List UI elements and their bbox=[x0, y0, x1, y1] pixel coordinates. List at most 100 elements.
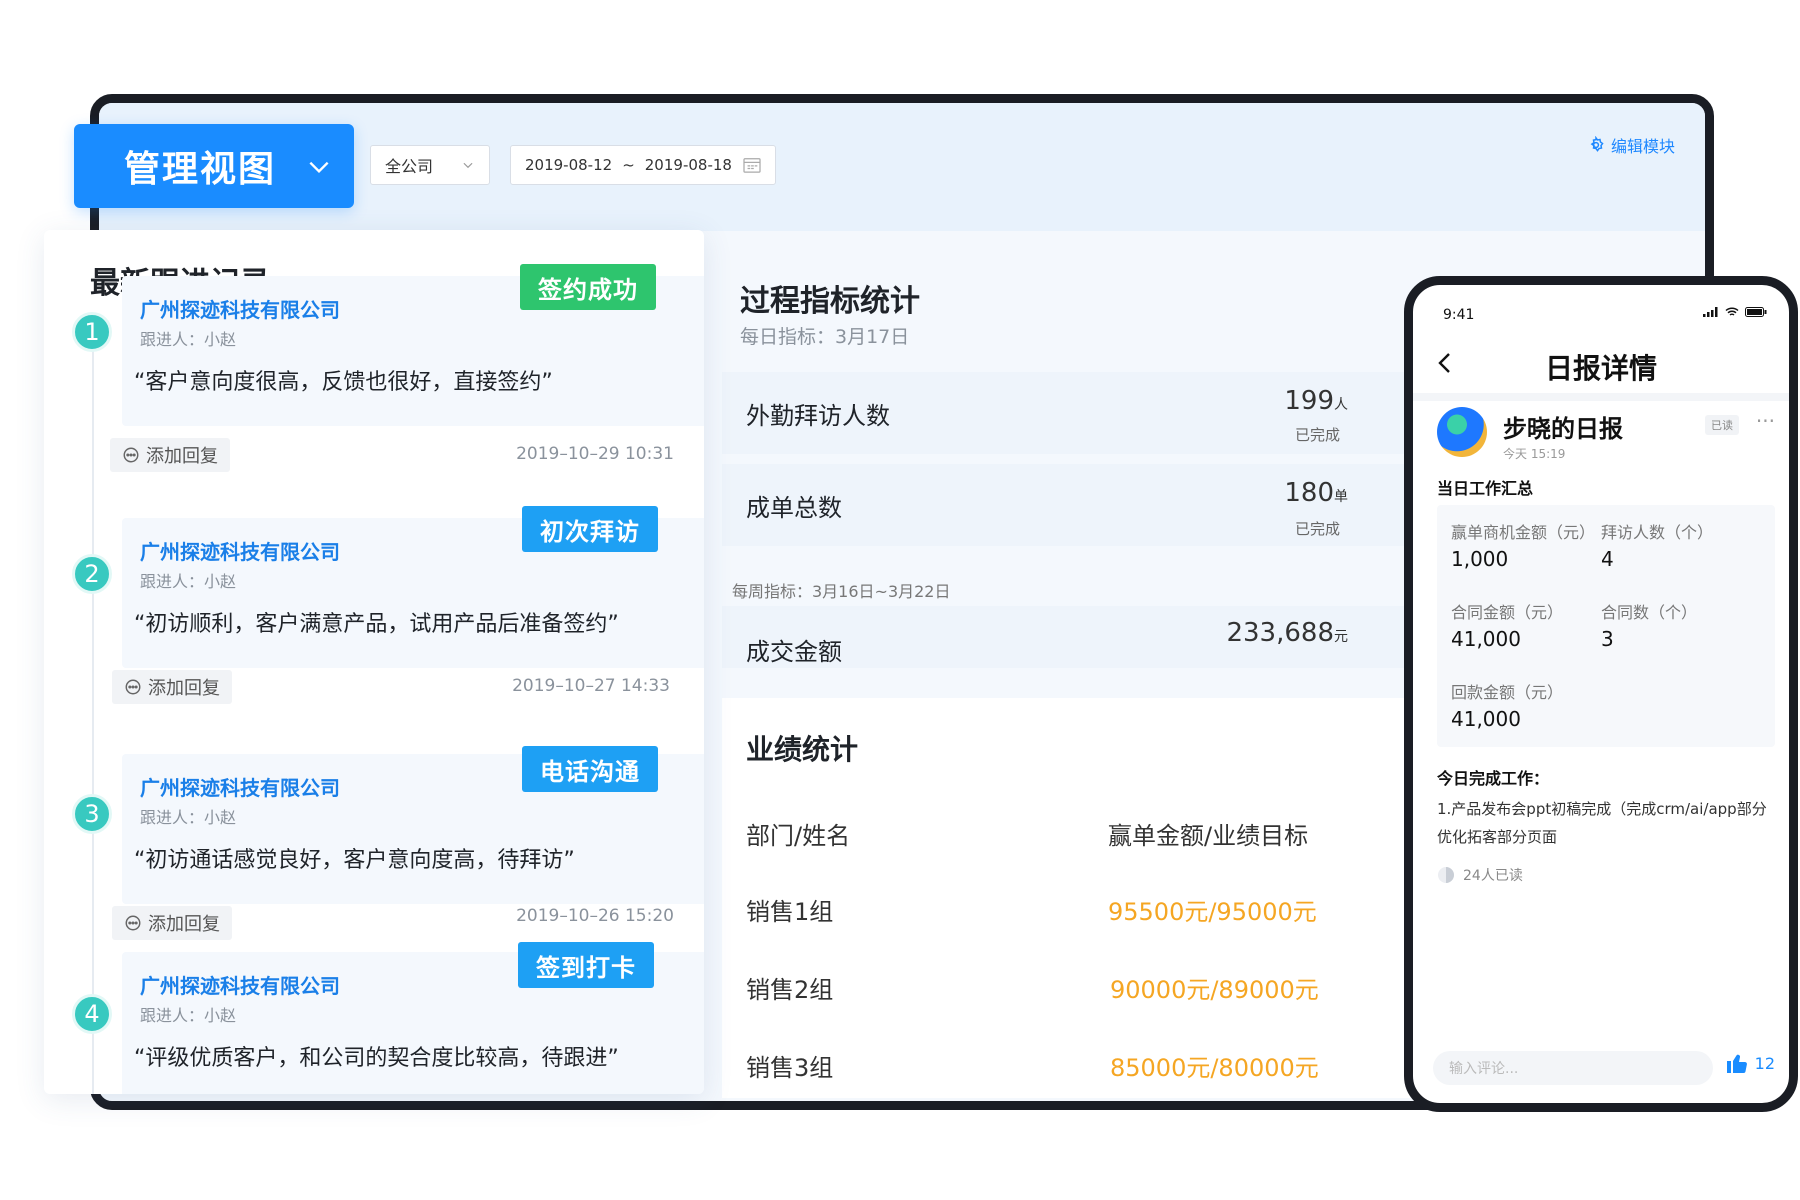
company-link[interactable]: 广州探迹科技有限公司 bbox=[140, 970, 340, 999]
timeline-number: 1 bbox=[72, 312, 112, 352]
metric-value: 3 bbox=[1601, 627, 1614, 651]
date-range-picker[interactable]: 2019-08-12 ~ 2019-08-18 bbox=[510, 145, 776, 185]
performance-row-value: 95500元/95000元 bbox=[1108, 898, 1317, 926]
like-button[interactable]: 12 bbox=[1725, 1051, 1775, 1075]
metric-label: 赢单商机金额（元） bbox=[1451, 523, 1596, 542]
followup-quote: “初访顺利，客户满意产品，试用产品后准备签约” bbox=[134, 612, 619, 637]
eye-circle-icon bbox=[1438, 867, 1454, 883]
stat-row-orders: 成单总数 180单 已完成 bbox=[722, 464, 1410, 546]
date-end: 2019-08-18 bbox=[644, 156, 732, 174]
company-select-value: 全公司 bbox=[385, 157, 434, 176]
signal-icon bbox=[1703, 307, 1718, 317]
battery-icon bbox=[1745, 307, 1767, 317]
status-time: 9:41 bbox=[1443, 307, 1475, 323]
add-reply-button[interactable]: 添加回复 bbox=[112, 906, 232, 940]
edit-module-button[interactable]: 编辑模块 bbox=[1587, 133, 1675, 157]
add-reply-label: 添加回复 bbox=[146, 446, 218, 467]
followup-time: 2019–10–27 14:33 bbox=[512, 676, 670, 696]
report-time: 今天 15:19 bbox=[1503, 447, 1566, 461]
summary-box: 赢单商机金额（元） 1,000 拜访人数（个） 4 合同金额（元） 41,000… bbox=[1437, 505, 1775, 747]
stat-row-deal-amount: 成交金额 233,688元 bbox=[722, 606, 1410, 668]
status-tag: 签到打卡 bbox=[518, 942, 654, 988]
phone-frame: 9:41 日报详情 步晓的日报 今天 15:19 已读 ··· 当日工作汇总 赢… bbox=[1404, 276, 1798, 1112]
add-reply-label: 添加回复 bbox=[148, 914, 220, 935]
company-link[interactable]: 广州探迹科技有限公司 bbox=[140, 294, 340, 323]
stat-row-visits: 外勤拜访人数 199人 已完成 bbox=[722, 372, 1410, 454]
status-tag: 初次拜访 bbox=[522, 506, 658, 552]
performance-row-name: 销售2组 bbox=[746, 976, 834, 1004]
follower-label: 跟进人：小赵 bbox=[140, 572, 237, 591]
report-name: 步晓的日报 bbox=[1503, 415, 1623, 443]
divider bbox=[1413, 393, 1789, 401]
performance-col-value: 赢单金额/业绩目标 bbox=[1108, 822, 1309, 850]
gear-icon bbox=[1590, 136, 1604, 152]
stat-status: 已完成 bbox=[1294, 426, 1340, 444]
more-icon[interactable]: ··· bbox=[1756, 409, 1775, 433]
followup-quote: “客户意向度很高，反馈也很好，直接签约” bbox=[134, 370, 553, 395]
metric-value: 4 bbox=[1601, 547, 1614, 571]
timeline-number: 4 bbox=[72, 994, 112, 1034]
weekly-indicator-label: 每周指标：3月16日~3月22日 bbox=[732, 582, 951, 601]
date-start: 2019-08-12 bbox=[525, 156, 613, 174]
metric-value: 41,000 bbox=[1451, 707, 1521, 731]
follower-label: 跟进人：小赵 bbox=[140, 1006, 237, 1025]
add-reply-button[interactable]: 添加回复 bbox=[112, 670, 232, 704]
metric-value: 41,000 bbox=[1451, 627, 1521, 651]
stat-unit: 单 bbox=[1334, 489, 1348, 505]
timeline-number: 2 bbox=[72, 554, 112, 594]
metric-label: 合同数（个） bbox=[1601, 603, 1698, 622]
thumbs-up-icon bbox=[1726, 1054, 1747, 1074]
date-separator: ~ bbox=[622, 156, 635, 174]
status-tag: 签约成功 bbox=[520, 264, 656, 310]
edit-module-label: 编辑模块 bbox=[1610, 137, 1675, 156]
phone-header: 日报详情 bbox=[1413, 335, 1789, 391]
followup-quote: “初访通话感觉良好，客户意向度高，待拜访” bbox=[134, 848, 575, 873]
avatar[interactable] bbox=[1437, 407, 1487, 457]
metric-label: 合同金额（元） bbox=[1451, 603, 1564, 622]
performance-row-name: 销售3组 bbox=[746, 1054, 834, 1082]
stat-label: 外勤拜访人数 bbox=[746, 402, 890, 430]
performance-row-value: 85000元/80000元 bbox=[1110, 1054, 1319, 1082]
stat-label: 成交金额 bbox=[746, 638, 842, 666]
company-select[interactable]: 全公司 bbox=[370, 145, 490, 185]
comment-input[interactable]: 输入评论... bbox=[1433, 1051, 1713, 1085]
followup-time: 2019–10–26 15:20 bbox=[516, 906, 674, 926]
management-view-dropdown[interactable]: 管理视图 bbox=[74, 124, 354, 208]
company-link[interactable]: 广州探迹科技有限公司 bbox=[140, 772, 340, 801]
read-badge: 已读 bbox=[1705, 415, 1739, 435]
add-reply-label: 添加回复 bbox=[148, 678, 220, 699]
process-stats-title: 过程指标统计 bbox=[740, 284, 920, 319]
done-work-label: 今日完成工作： bbox=[1437, 769, 1550, 788]
followup-quote: “评级优质客户，和公司的契合度比较高，待跟进” bbox=[134, 1046, 619, 1071]
metric-label: 拜访人数（个） bbox=[1601, 523, 1714, 542]
timeline-line bbox=[92, 330, 94, 1094]
performance-row-name: 销售1组 bbox=[746, 898, 834, 926]
readers-count[interactable]: 24人已读 bbox=[1437, 865, 1523, 885]
comment-icon bbox=[125, 915, 141, 931]
stat-value: 199人 bbox=[1284, 386, 1348, 416]
status-icons bbox=[1703, 307, 1767, 317]
follower-label: 跟进人：小赵 bbox=[140, 330, 237, 349]
comment-icon bbox=[125, 679, 141, 695]
add-reply-button[interactable]: 添加回复 bbox=[110, 438, 230, 472]
stat-label: 成单总数 bbox=[746, 494, 842, 522]
chevron-down-icon bbox=[463, 162, 473, 169]
chevron-down-icon bbox=[309, 161, 329, 174]
followup-panel: 最新跟进记录 1 广州探迹科技有限公司 跟进人：小赵 “客户意向度很高，反馈也很… bbox=[44, 230, 704, 1094]
stat-status: 已完成 bbox=[1294, 520, 1340, 538]
phone-title: 日报详情 bbox=[1544, 352, 1657, 385]
daily-indicator-label: 每日指标：3月17日 bbox=[740, 326, 910, 348]
followup-time: 2019–10–29 10:31 bbox=[516, 444, 674, 464]
comment-icon bbox=[123, 447, 139, 463]
stat-unit: 元 bbox=[1334, 629, 1348, 645]
calendar-icon bbox=[743, 158, 761, 173]
stat-value: 233,688元 bbox=[1226, 618, 1348, 648]
metric-label: 回款金额（元） bbox=[1451, 683, 1564, 702]
company-link[interactable]: 广州探迹科技有限公司 bbox=[140, 536, 340, 565]
metric-value: 1,000 bbox=[1451, 547, 1509, 571]
performance-row-value: 90000元/89000元 bbox=[1110, 976, 1319, 1004]
like-count: 12 bbox=[1754, 1053, 1775, 1073]
stage: 编辑模块 管理视图 全公司 2019-08-12 ~ 2019-08-18 最新… bbox=[0, 0, 1800, 1200]
stat-unit: 人 bbox=[1334, 397, 1348, 413]
follower-label: 跟进人：小赵 bbox=[140, 808, 237, 827]
